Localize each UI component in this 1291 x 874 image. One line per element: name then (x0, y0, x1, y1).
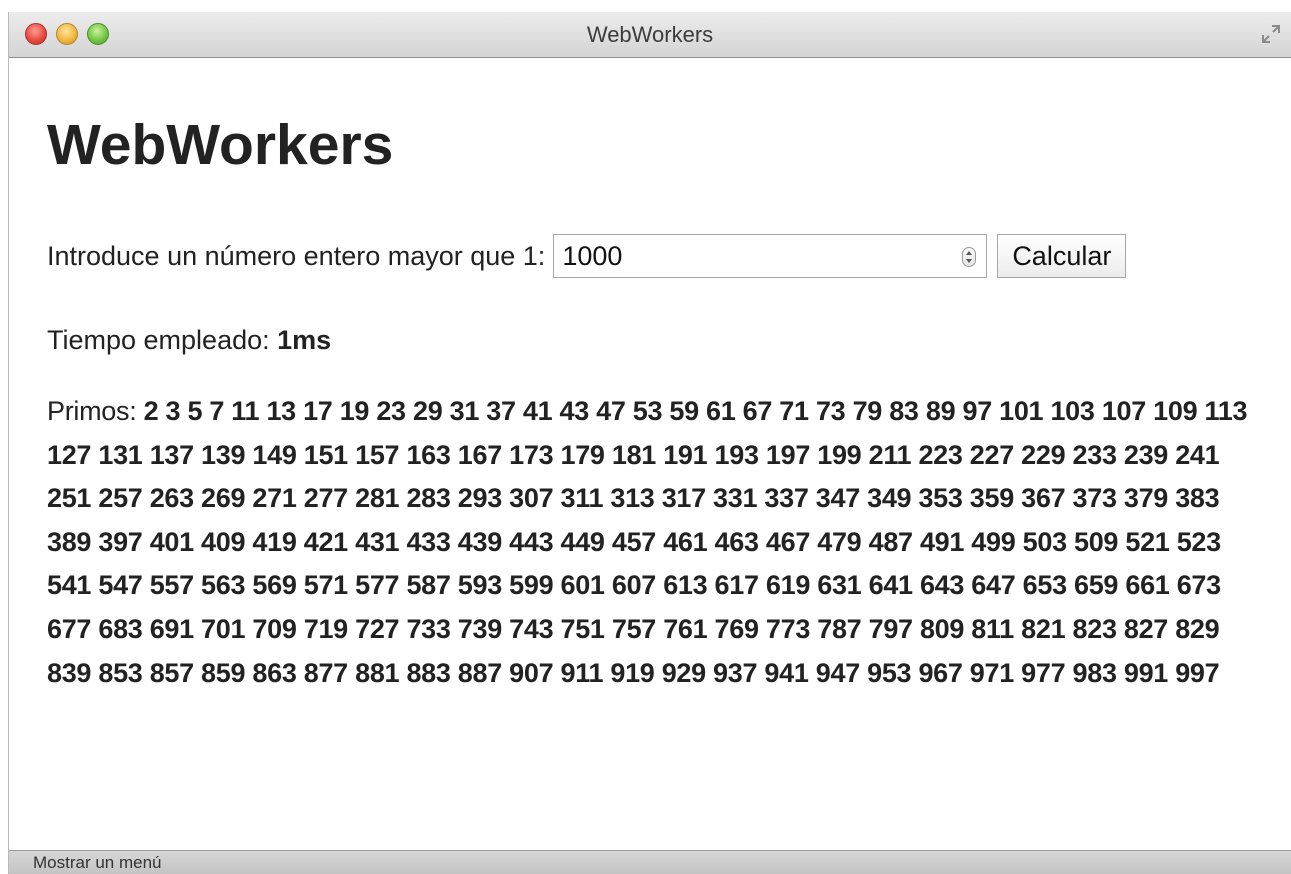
primes-list: 2 3 5 7 11 13 17 19 23 29 31 37 41 43 47… (47, 396, 1248, 688)
number-input-box[interactable] (553, 234, 988, 278)
time-label: Tiempo empleado: (47, 325, 270, 355)
window-title: WebWorkers (586, 22, 714, 47)
stepper-arrows-icon[interactable] (962, 247, 977, 267)
page-title: WebWorkers (47, 113, 394, 177)
primes-result: Primos: 2 3 5 7 11 13 17 19 23 29 31 37 … (47, 390, 1257, 695)
fullscreen-icon[interactable] (1261, 24, 1281, 44)
title-bar[interactable]: WebWorkers (9, 12, 1291, 58)
status-bar: Mostrar un menú (9, 850, 1291, 874)
status-text: Mostrar un menú (33, 853, 162, 872)
primes-label: Primos: (47, 396, 137, 426)
number-input[interactable] (554, 236, 933, 276)
calculate-button[interactable]: Calcular (997, 234, 1127, 278)
elapsed-time: Tiempo empleado: 1ms (47, 320, 331, 360)
time-value: 1ms (277, 325, 332, 355)
stepper-down-icon[interactable] (966, 259, 973, 263)
browser-window: WebWorkers WebWorkers Introduce un númer… (8, 12, 1291, 874)
input-label: Introduce un número entero mayor que 1: (47, 240, 546, 271)
number-form: Introduce un número entero mayor que 1: … (47, 232, 1127, 280)
stepper-up-icon[interactable] (966, 251, 973, 255)
